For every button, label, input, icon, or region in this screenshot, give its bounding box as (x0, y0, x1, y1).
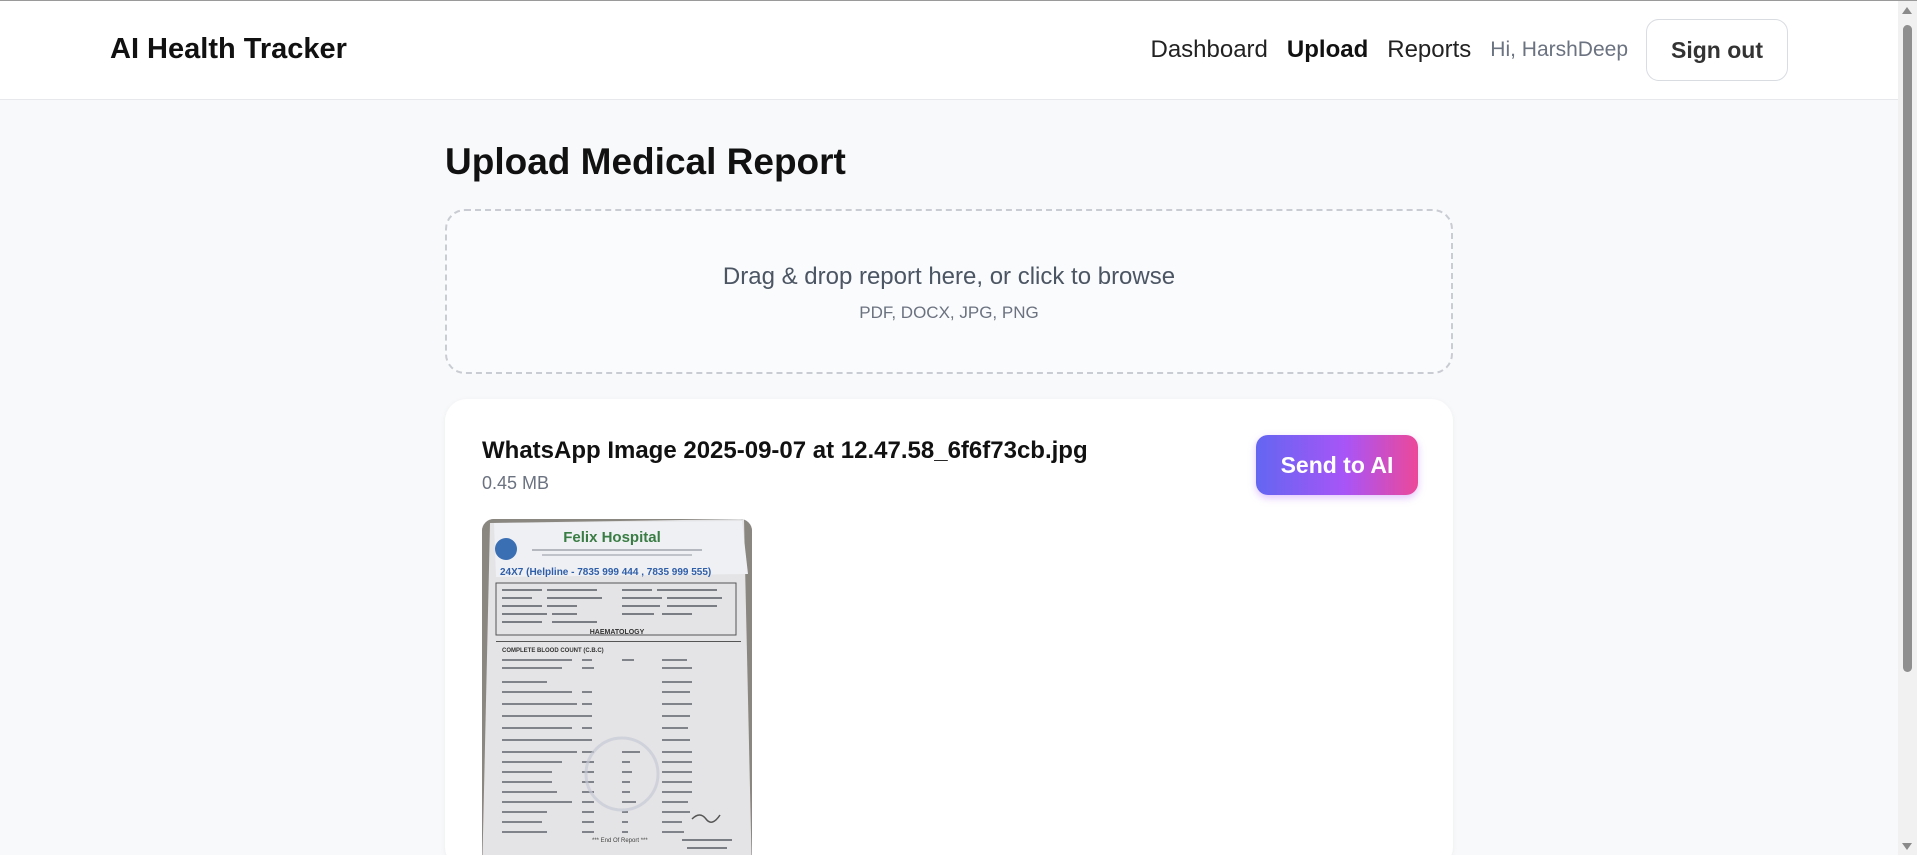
scroll-thumb[interactable] (1903, 25, 1912, 672)
main-nav: Dashboard Upload Reports Hi, HarshDeep S… (1150, 19, 1788, 81)
report-image-preview: Felix Hospital 24X7 (Helpline - 7835 999… (482, 519, 752, 855)
app-header: AI Health Tracker Dashboard Upload Repor… (0, 1, 1898, 100)
preview-footer: *** End Of Report *** (592, 838, 648, 844)
preview-helpline: 24X7 (Helpline - 7835 999 444 , 7835 999… (500, 567, 711, 578)
dropzone-instructions: Drag & drop report here, or click to bro… (722, 263, 1176, 290)
scroll-up-icon[interactable] (1902, 7, 1912, 14)
dropzone-formats: PDF, DOCX, JPG, PNG (859, 303, 1039, 322)
page-scrollbar[interactable] (1898, 1, 1917, 855)
preview-hospital-name: Felix Hospital (563, 529, 661, 546)
app-brand[interactable]: AI Health Tracker (110, 33, 347, 66)
file-dropzone[interactable]: Drag & drop report here, or click to bro… (445, 209, 1453, 374)
file-name: WhatsApp Image 2025-09-07 at 12.47.58_6f… (482, 437, 1088, 464)
hospital-logo-icon (495, 538, 517, 560)
uploaded-file-card: WhatsApp Image 2025-09-07 at 12.47.58_6f… (445, 399, 1453, 855)
user-greeting: Hi, HarshDeep (1490, 38, 1629, 61)
send-to-ai-button[interactable]: Send to AI (1256, 435, 1418, 495)
preview-section: HAEMATOLOGY (590, 629, 645, 636)
page-title: Upload Medical Report (445, 141, 846, 182)
scroll-down-icon[interactable] (1902, 843, 1912, 850)
preview-test-name: COMPLETE BLOOD COUNT (C.B.C) (502, 648, 604, 654)
nav-dashboard[interactable]: Dashboard (1150, 36, 1267, 64)
sign-out-button[interactable]: Sign out (1646, 19, 1788, 81)
nav-upload[interactable]: Upload (1287, 36, 1368, 64)
nav-reports[interactable]: Reports (1387, 36, 1471, 64)
file-size: 0.45 MB (482, 473, 550, 493)
